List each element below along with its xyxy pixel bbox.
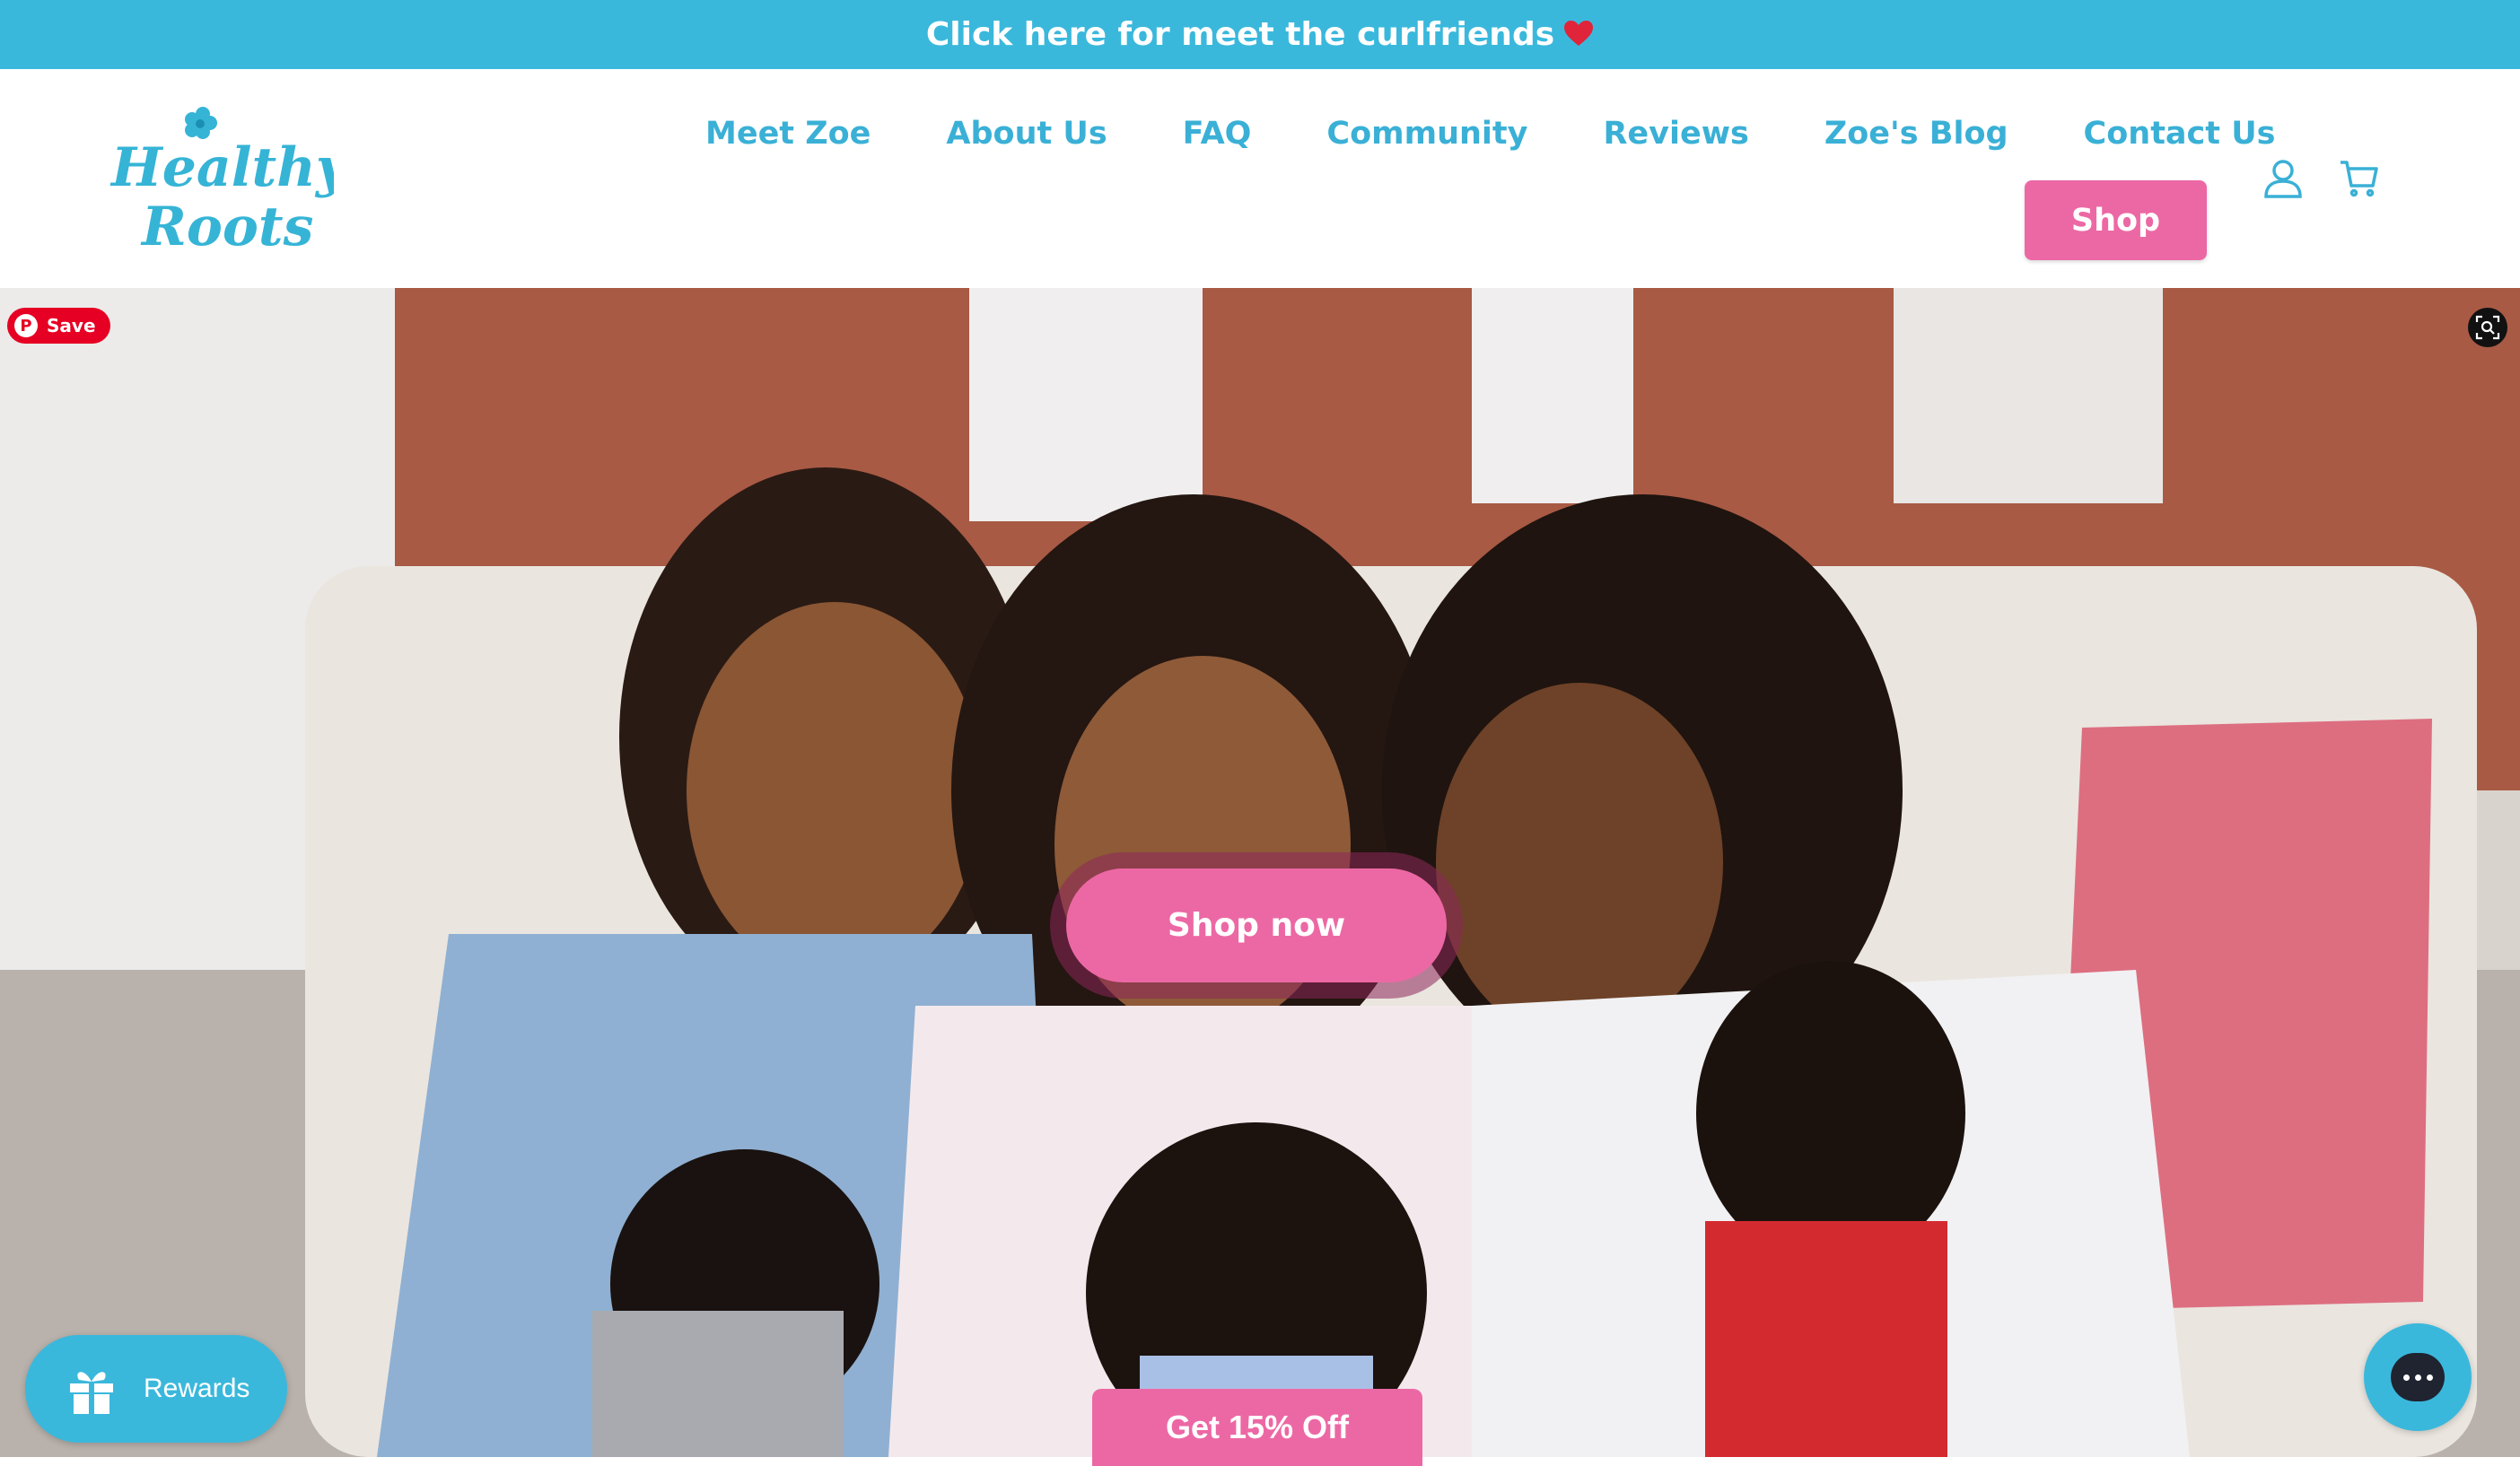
healthy-roots-logo[interactable]: Healthy Roots — [109, 103, 351, 258]
announcement-bar[interactable]: Click here for meet the curlfriends — [0, 0, 2520, 69]
shop-now-cta: Shop now — [1050, 852, 1463, 999]
pinterest-save-button[interactable]: P Save — [7, 308, 110, 344]
pinterest-icon: P — [14, 314, 38, 337]
rewards-label: Rewards — [144, 1374, 250, 1403]
shop-now-button[interactable]: Shop now — [1066, 868, 1447, 982]
nav-faq[interactable]: FAQ — [1183, 116, 1252, 152]
nav-contact-us[interactable]: Contact Us — [2084, 116, 2276, 152]
nav-zoes-blog[interactable]: Zoe's Blog — [1824, 116, 2008, 152]
cart-icon[interactable] — [2339, 157, 2380, 198]
site-header: Healthy Roots Meet Zoe About Us FAQ Comm… — [0, 69, 2520, 288]
logo-text-roots: Roots — [140, 196, 313, 256]
chat-launcher[interactable] — [2364, 1323, 2472, 1431]
chat-bubble-icon — [2391, 1353, 2445, 1401]
gift-icon — [70, 1372, 113, 1414]
nav-community[interactable]: Community — [1326, 116, 1527, 152]
nav-about-us[interactable]: About Us — [946, 116, 1107, 152]
rewards-launcher[interactable]: Rewards — [25, 1335, 287, 1443]
discount-tab[interactable]: Get 15% Off — [1092, 1389, 1422, 1466]
hero-banner: Shop now — [0, 288, 2520, 1457]
visual-search-icon[interactable] — [2468, 308, 2507, 347]
logo-text-healthy: Healthy — [109, 136, 334, 199]
pinterest-save-label: Save — [47, 315, 96, 336]
heart-icon — [1563, 15, 1594, 55]
announcement-text[interactable]: Click here for meet the curlfriends — [926, 16, 1554, 53]
nav-meet-zoe[interactable]: Meet Zoe — [705, 116, 871, 152]
main-nav: Meet Zoe About Us FAQ Community Reviews … — [682, 116, 2275, 152]
account-icon[interactable] — [2262, 157, 2304, 198]
flower-icon — [185, 107, 217, 139]
nav-reviews[interactable]: Reviews — [1603, 116, 1748, 152]
shop-button[interactable]: Shop — [2025, 180, 2207, 260]
